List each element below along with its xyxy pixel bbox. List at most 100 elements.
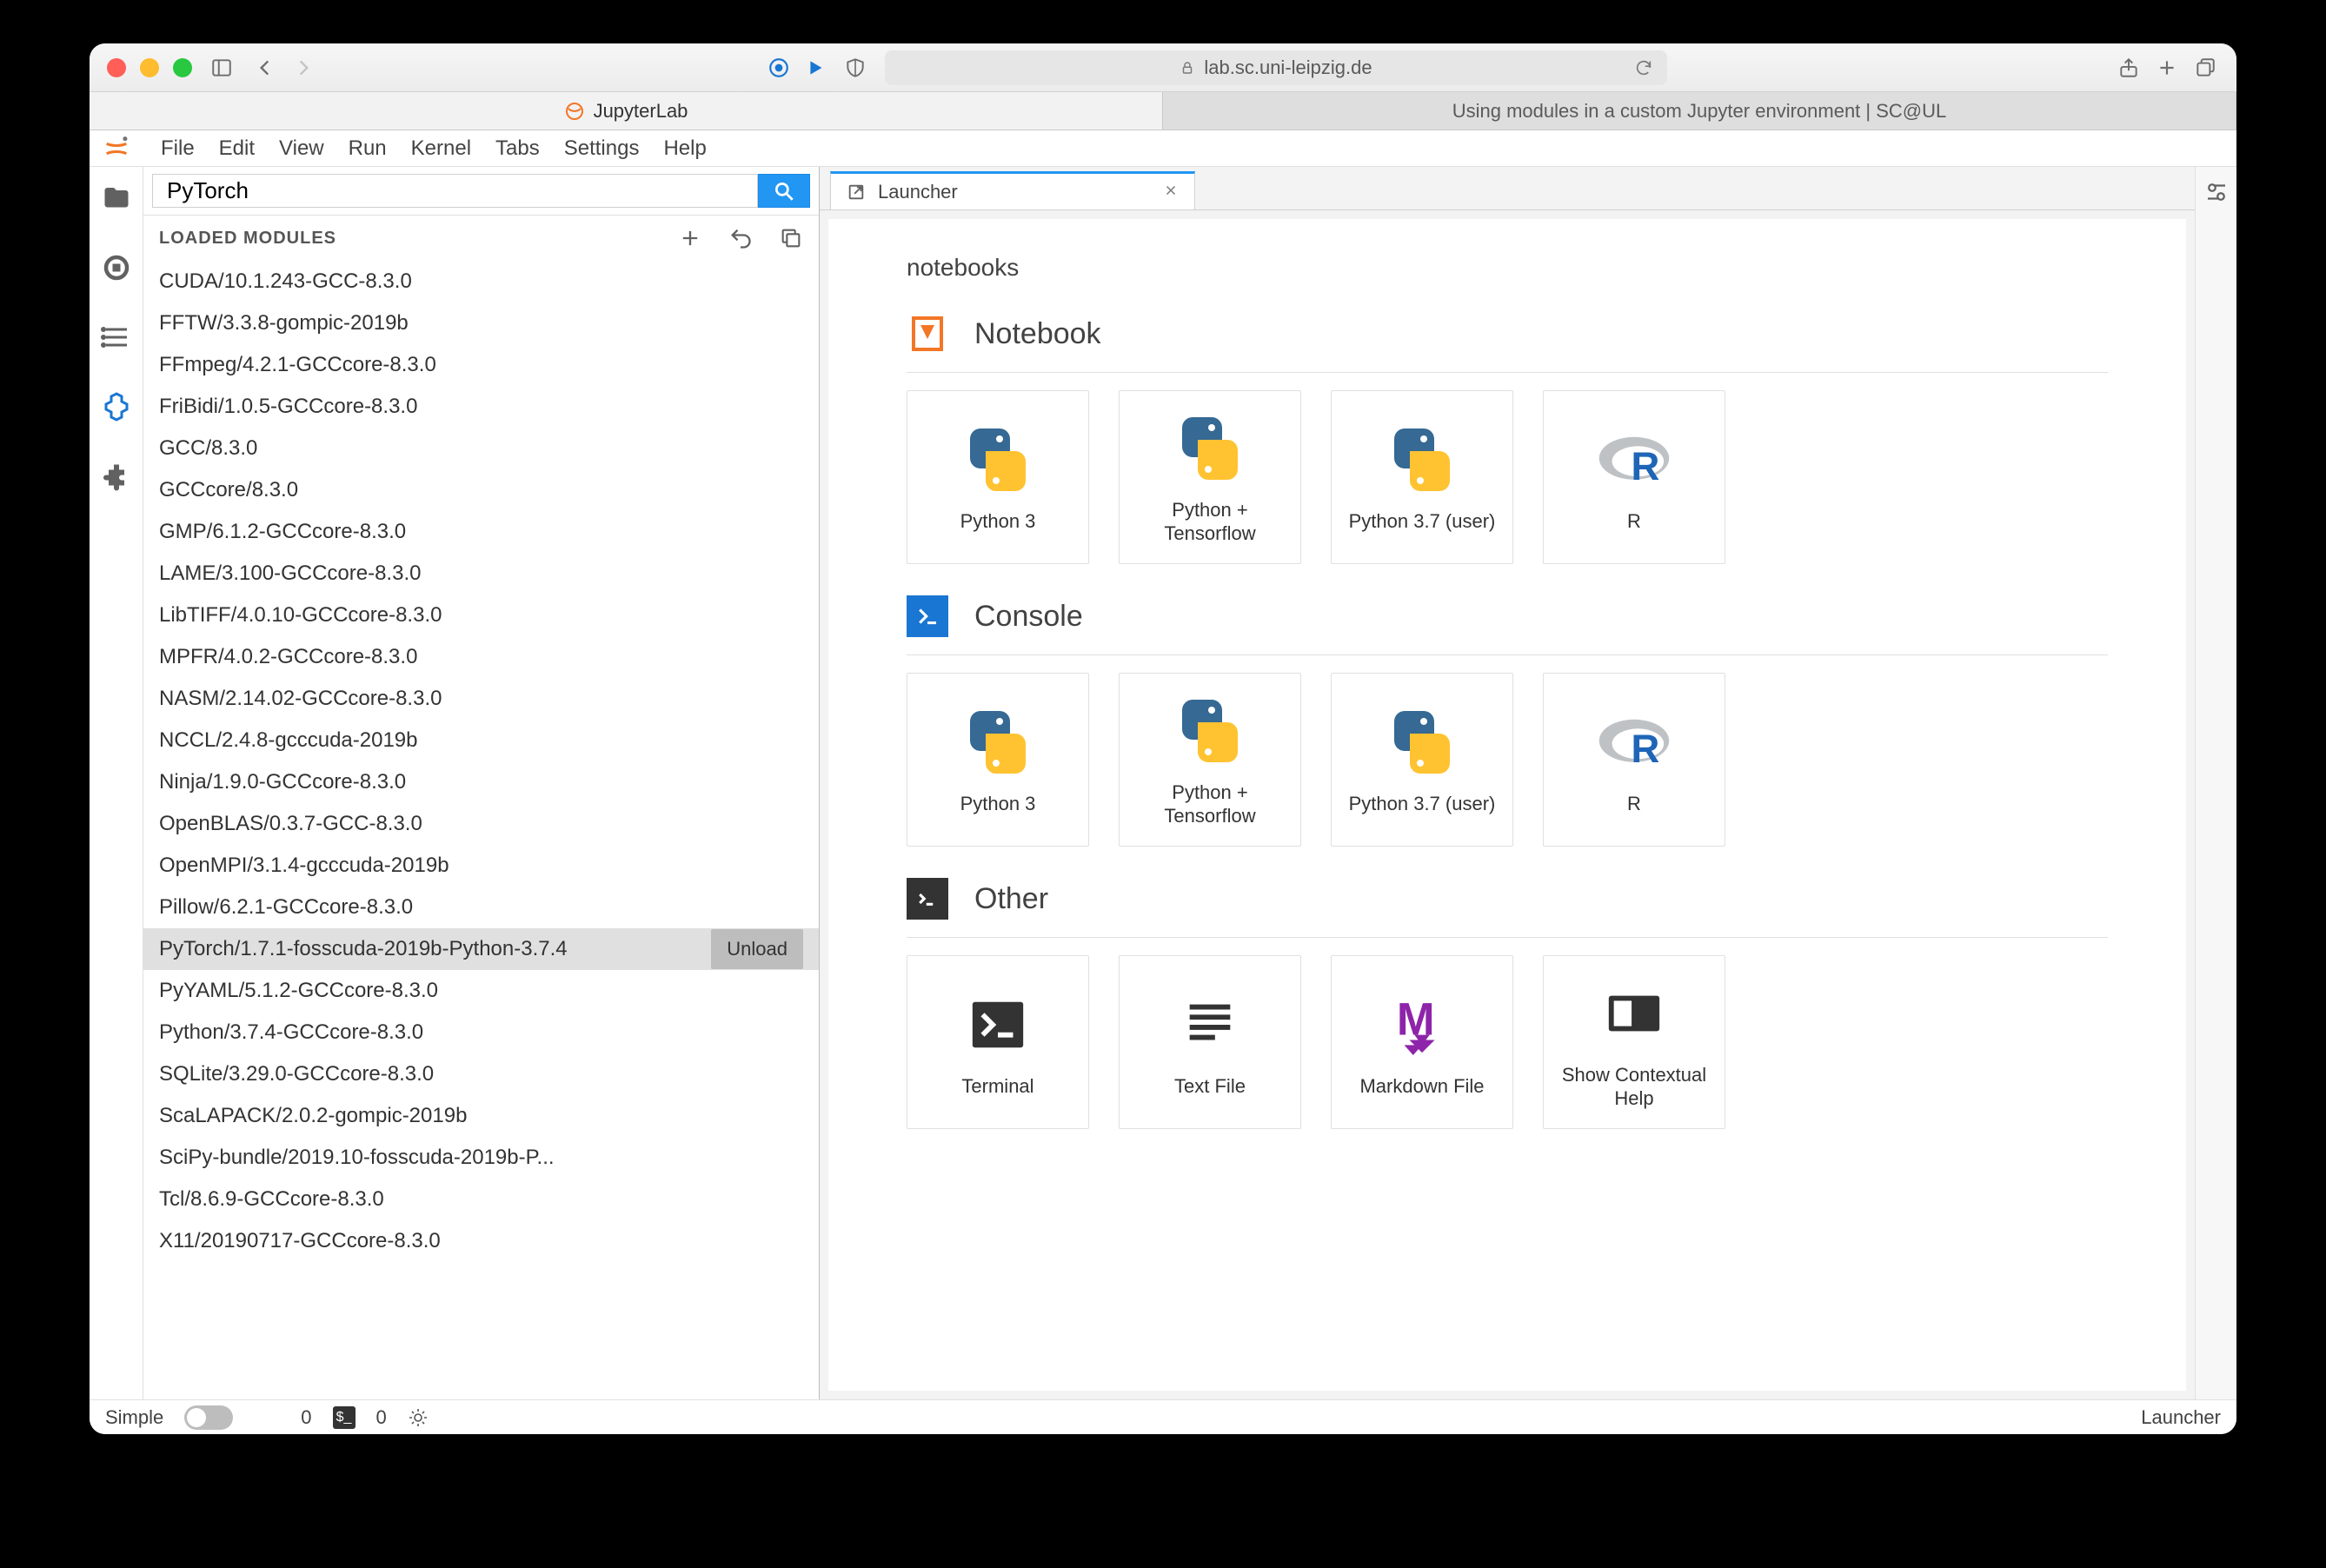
zoom-window-button[interactable] [173, 58, 192, 77]
module-row[interactable]: PyYAML/5.1.2-GCCcore-8.3.0 [143, 970, 819, 1012]
module-search-input[interactable] [152, 174, 758, 208]
module-row[interactable]: PyTorch/1.7.1-fosscuda-2019b-Python-3.7.… [143, 928, 819, 970]
python-icon [1171, 692, 1249, 770]
module-row[interactable]: Pillow/6.2.1-GCCcore-8.3.0 [143, 887, 819, 928]
nav-forward-icon[interactable] [289, 54, 317, 82]
module-row[interactable]: Ninja/1.9.0-GCCcore-8.3.0 [143, 761, 819, 803]
filebrowser-icon[interactable] [101, 183, 132, 214]
modules-list[interactable]: CUDA/10.1.243-GCC-8.3.0 FFTW/3.3.8-gompic… [143, 261, 819, 1399]
module-row[interactable]: ScaLAPACK/2.0.2-gompic-2019b [143, 1095, 819, 1137]
notebook-section-icon [907, 313, 948, 355]
module-row[interactable]: NCCL/2.4.8-gcccuda-2019b [143, 720, 819, 761]
launcher-card-label: Text File [1167, 1074, 1253, 1099]
new-tab-icon[interactable] [2153, 54, 2181, 82]
shield-icon[interactable] [841, 54, 869, 82]
module-name: Ninja/1.9.0-GCCcore-8.3.0 [159, 770, 803, 794]
module-row[interactable]: FFmpeg/4.2.1-GCCcore-8.3.0 [143, 344, 819, 386]
url-text: lab.sc.uni-leipzig.de [1204, 56, 1372, 79]
launcher-path: notebooks [907, 254, 2108, 282]
menu-file[interactable]: File [161, 136, 195, 161]
module-row[interactable]: FriBidi/1.0.5-GCCcore-8.3.0 [143, 386, 819, 428]
module-row[interactable]: MPFR/4.0.2-GCCcore-8.3.0 [143, 636, 819, 678]
launcher-card[interactable]: Terminal [907, 955, 1089, 1129]
launcher-card-label: R [1620, 792, 1648, 816]
menu-run[interactable]: Run [349, 136, 387, 161]
svg-text:R: R [1632, 444, 1660, 488]
extension2-icon[interactable] [803, 54, 831, 82]
module-row[interactable]: Python/3.7.4-GCCcore-8.3.0 [143, 1012, 819, 1053]
dock-tab-launcher[interactable]: Launcher [830, 171, 1195, 209]
address-bar[interactable]: lab.sc.uni-leipzig.de [885, 50, 1667, 85]
module-row[interactable]: FFTW/3.3.8-gompic-2019b [143, 302, 819, 344]
module-row[interactable]: X11/20190717-GCCcore-8.3.0 [143, 1220, 819, 1262]
module-row[interactable]: CUDA/10.1.243-GCC-8.3.0 [143, 261, 819, 302]
launcher-card[interactable]: Text File [1119, 955, 1301, 1129]
dock-tab-label: Launcher [878, 181, 958, 203]
extensions-icon[interactable] [101, 461, 132, 492]
menu-tabs[interactable]: Tabs [495, 136, 540, 161]
toc-icon[interactable] [101, 322, 132, 353]
launcher-card[interactable]: Python 3 [907, 390, 1089, 564]
launcher-card[interactable]: Python 3.7 (user) [1331, 390, 1513, 564]
module-name: FFTW/3.3.8-gompic-2019b [159, 311, 803, 336]
modules-icon[interactable] [101, 391, 132, 422]
minimize-window-button[interactable] [140, 58, 159, 77]
property-inspector-icon[interactable] [2203, 179, 2230, 205]
share-icon[interactable] [2115, 54, 2143, 82]
running-kernels-icon[interactable] [101, 252, 132, 283]
dock-tabbar: Launcher [820, 167, 2195, 210]
menu-edit[interactable]: Edit [219, 136, 255, 161]
module-row[interactable]: LAME/3.100-GCCcore-8.3.0 [143, 553, 819, 595]
copy-icon[interactable] [779, 226, 803, 250]
module-name: LibTIFF/4.0.10-GCCcore-8.3.0 [159, 603, 803, 628]
launcher-card[interactable]: Python + Tensorflow [1119, 673, 1301, 847]
module-name: SQLite/3.29.0-GCCcore-8.3.0 [159, 1062, 803, 1086]
module-row[interactable]: GMP/6.1.2-GCCcore-8.3.0 [143, 511, 819, 553]
nav-back-icon[interactable] [251, 54, 279, 82]
launcher-card[interactable]: Python + Tensorflow [1119, 390, 1301, 564]
unload-button[interactable]: Unload [711, 929, 803, 969]
reload-icon[interactable] [1634, 58, 1653, 77]
launcher-pane: notebooks Notebook Python 3Python + Tens… [828, 219, 2186, 1391]
launcher-card-label: Show Contextual Help [1544, 1063, 1725, 1111]
module-name: OpenMPI/3.1.4-gcccuda-2019b [159, 854, 803, 878]
menu-view[interactable]: View [279, 136, 324, 161]
console-section-icon [907, 595, 948, 637]
module-row[interactable]: Tcl/8.6.9-GCCcore-8.3.0 [143, 1179, 819, 1220]
close-window-button[interactable] [107, 58, 126, 77]
section-title: Other [974, 882, 1048, 916]
browser-tab-label: JupyterLab [594, 100, 688, 123]
launcher-card[interactable]: Show Contextual Help [1543, 955, 1725, 1129]
simple-mode-toggle[interactable] [184, 1405, 233, 1430]
menu-settings[interactable]: Settings [564, 136, 640, 161]
menu-kernel[interactable]: Kernel [411, 136, 471, 161]
sidebar-toggle-icon[interactable] [208, 54, 236, 82]
module-row[interactable]: LibTIFF/4.0.10-GCCcore-8.3.0 [143, 595, 819, 636]
module-row[interactable]: GCC/8.3.0 [143, 428, 819, 469]
launcher-card[interactable]: Python 3.7 (user) [1331, 673, 1513, 847]
module-row[interactable]: SQLite/3.29.0-GCCcore-8.3.0 [143, 1053, 819, 1095]
tabs-overview-icon[interactable] [2191, 54, 2219, 82]
module-name: OpenBLAS/0.3.7-GCC-8.3.0 [159, 812, 803, 836]
add-module-icon[interactable] [678, 226, 702, 250]
module-row[interactable]: NASM/2.14.02-GCCcore-8.3.0 [143, 678, 819, 720]
module-row[interactable]: GCCcore/8.3.0 [143, 469, 819, 511]
browser-tab-docs[interactable]: Using modules in a custom Jupyter enviro… [1163, 92, 2236, 130]
module-row[interactable]: OpenMPI/3.1.4-gcccuda-2019b [143, 845, 819, 887]
module-row[interactable]: SciPy-bundle/2019.10-fosscuda-2019b-P... [143, 1137, 819, 1179]
browser-tab-jupyterlab[interactable]: JupyterLab [90, 92, 1163, 130]
menu-help[interactable]: Help [663, 136, 706, 161]
launcher-card[interactable]: RR [1543, 673, 1725, 847]
launcher-card[interactable]: RR [1543, 390, 1725, 564]
undo-icon[interactable] [728, 226, 753, 250]
password-manager-icon[interactable] [765, 54, 793, 82]
module-search-button[interactable] [758, 174, 810, 208]
launcher-card[interactable]: Python 3 [907, 673, 1089, 847]
launcher-card[interactable]: MMarkdown File [1331, 955, 1513, 1129]
lsp-status-icon[interactable] [408, 1407, 429, 1428]
close-tab-icon[interactable] [1163, 181, 1179, 203]
launcher-card-label: Python 3.7 (user) [1342, 792, 1503, 816]
module-row[interactable]: OpenBLAS/0.3.7-GCC-8.3.0 [143, 803, 819, 845]
module-name: Pillow/6.2.1-GCCcore-8.3.0 [159, 895, 803, 920]
module-name: PyYAML/5.1.2-GCCcore-8.3.0 [159, 979, 803, 1003]
